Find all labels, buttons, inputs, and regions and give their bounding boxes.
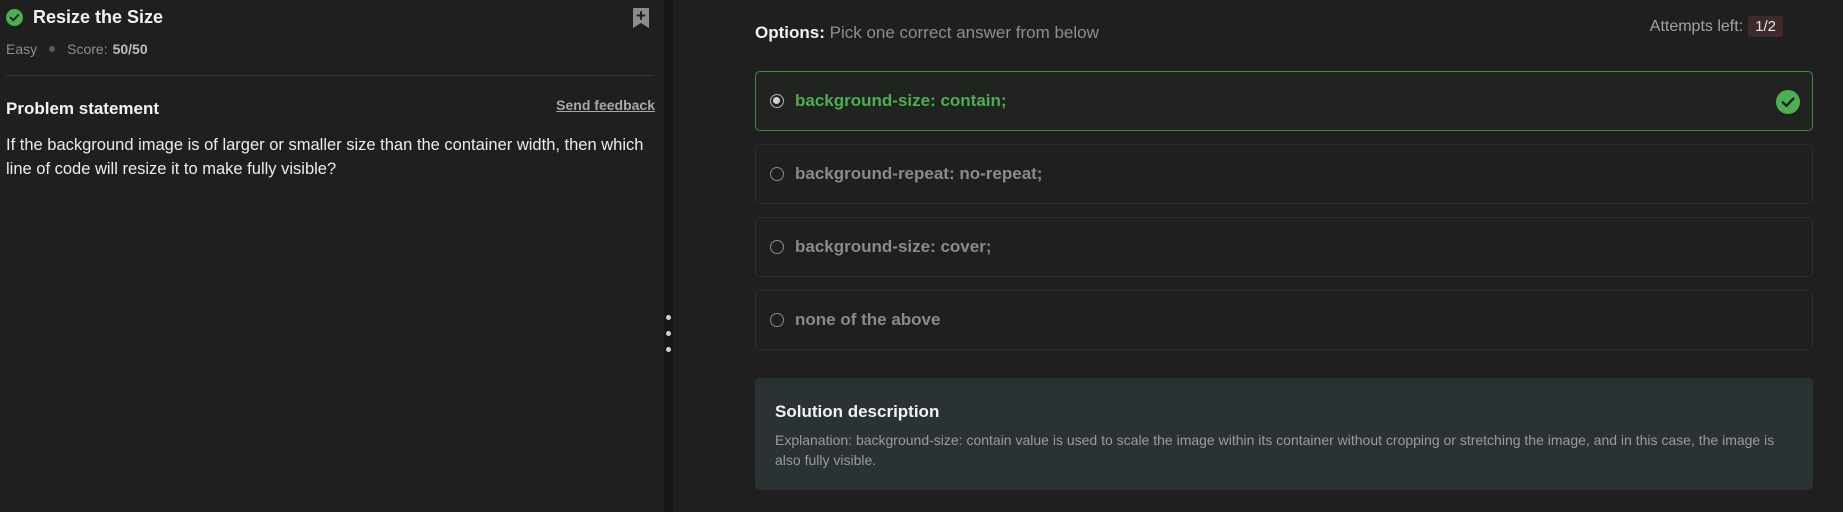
vertical-dots-icon	[666, 315, 671, 320]
send-feedback-link[interactable]: Send feedback	[556, 97, 655, 113]
vertical-dots-icon	[666, 331, 671, 336]
option-4[interactable]: none of the above	[755, 290, 1813, 350]
option-text: none of the above	[795, 310, 941, 329]
radio-button[interactable]	[770, 313, 784, 327]
score-value: 50/50	[112, 41, 148, 57]
option-1[interactable]: background-size: contain;	[755, 71, 1813, 131]
solution-title: Solution description	[775, 402, 940, 421]
page: Resize the Size Easy Score: 50/50 Proble…	[0, 0, 1843, 512]
option-text: background-repeat: no-repeat;	[795, 164, 1043, 183]
divider	[6, 75, 654, 76]
option-text: background-size: contain;	[795, 91, 1007, 110]
problem-statement-text: If the background image is of larger or …	[6, 136, 644, 178]
check-circle-icon	[6, 9, 23, 26]
solution-description: Explanation: background-size: contain va…	[775, 432, 1775, 468]
vertical-dots-icon	[666, 347, 671, 352]
radio-button[interactable]	[770, 167, 784, 181]
solution-card: Solution description Explanation: backgr…	[755, 378, 1813, 490]
problem-title: Resize the Size	[33, 7, 164, 27]
problem-panel: Resize the Size Easy Score: 50/50 Proble…	[0, 0, 664, 512]
answer-panel: Options: Pick one correct answer from be…	[673, 0, 1843, 512]
problem-title-row: Resize the Size	[6, 7, 163, 28]
options-label-bold: Options:	[755, 23, 825, 42]
panel-splitter[interactable]	[664, 0, 673, 512]
problem-statement-heading: Problem statement	[6, 99, 160, 118]
radio-button[interactable]	[770, 94, 784, 108]
option-3[interactable]: background-size: cover;	[755, 217, 1813, 277]
option-2[interactable]: background-repeat: no-repeat;	[755, 144, 1813, 204]
attempts-badge: 1/2	[1748, 16, 1783, 37]
options-label: Options: Pick one correct answer from be…	[755, 23, 1099, 43]
options-label-text: Pick one correct answer from below	[824, 23, 1099, 42]
attempts-label: Attempts left:	[1649, 17, 1744, 35]
bookmark-add-icon[interactable]	[631, 7, 651, 29]
score-label: Score:	[67, 41, 108, 57]
meta-separator	[49, 46, 56, 52]
option-text: background-size: cover;	[795, 237, 992, 256]
attempts-indicator: Attempts left: 1/2	[1650, 16, 1783, 37]
check-circle-icon	[1776, 90, 1800, 114]
radio-button[interactable]	[770, 240, 784, 254]
problem-meta: Easy Score: 50/50	[6, 41, 148, 57]
difficulty-label: Easy	[6, 41, 38, 57]
